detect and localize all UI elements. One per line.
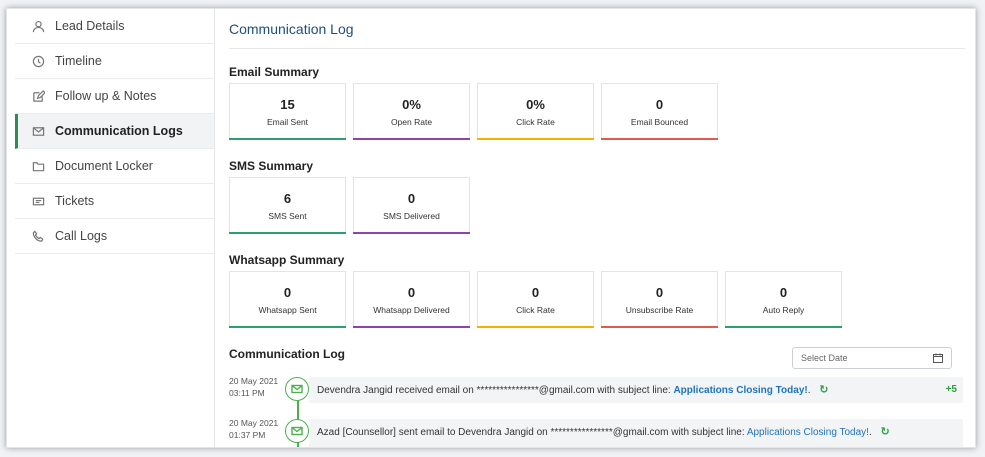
log-suffix: . xyxy=(868,427,872,438)
card-accent-bar xyxy=(353,138,470,140)
email-event-icon xyxy=(285,377,309,401)
date-placeholder: Select Date xyxy=(801,353,848,363)
card-value: 0 xyxy=(531,285,540,300)
sidebar-item-label: Lead Details xyxy=(55,19,125,33)
sidebar-item-label: Follow up & Notes xyxy=(55,89,157,103)
sidebar-item-label: Document Locker xyxy=(55,159,153,173)
sms-sent-card: 6 SMS Sent xyxy=(229,177,346,234)
user-icon xyxy=(31,19,45,33)
sidebar-item-document-locker[interactable]: Document Locker xyxy=(15,149,214,184)
sidebar-item-label: Communication Logs xyxy=(55,124,183,138)
main-panel: Communication Log Email Summary 15 Email… xyxy=(215,9,975,447)
log-date: 20 May 2021 xyxy=(229,376,279,386)
app-frame: Lead Details Timeline Follow up & Notes … xyxy=(6,8,976,448)
email-summary-title: Email Summary xyxy=(229,65,320,79)
whatsapp-delivered-card: 0 Whatsapp Delivered xyxy=(353,271,470,328)
card-label: Click Rate xyxy=(516,117,555,127)
card-value: 0 xyxy=(407,191,416,206)
card-accent-bar xyxy=(477,326,594,328)
whatsapp-summary-title: Whatsapp Summary xyxy=(229,253,345,267)
log-text: Devendra Jangid received email on ******… xyxy=(317,385,674,396)
sidebar-item-label: Timeline xyxy=(55,54,102,68)
clock-icon xyxy=(31,54,45,68)
log-message: Azad [Counsellor] sent email to Devendra… xyxy=(309,419,963,447)
email-bounced-card: 0 Email Bounced xyxy=(601,83,718,140)
card-value: 0% xyxy=(402,97,421,112)
card-value: 0 xyxy=(779,285,788,300)
card-label: SMS Delivered xyxy=(383,211,440,221)
card-accent-bar xyxy=(353,326,470,328)
sidebar-item-tickets[interactable]: Tickets xyxy=(15,184,214,219)
card-value: 0 xyxy=(655,285,664,300)
email-sent-card: 15 Email Sent xyxy=(229,83,346,140)
open-rate-card: 0% Open Rate xyxy=(353,83,470,140)
page-title: Communication Log xyxy=(229,21,965,49)
log-date: 20 May 2021 xyxy=(229,418,279,428)
card-label: Whatsapp Delivered xyxy=(373,305,450,315)
card-value: 0 xyxy=(407,285,416,300)
card-label: Open Rate xyxy=(390,117,433,127)
card-label: Email Bounced xyxy=(630,117,689,127)
card-accent-bar xyxy=(725,326,842,328)
folder-icon xyxy=(31,159,45,173)
more-count-badge[interactable]: +5 xyxy=(946,383,957,397)
email-subject-link[interactable]: Applications Closing Today! xyxy=(747,427,869,438)
card-accent-bar xyxy=(229,326,346,328)
log-time: 03:11 PM xyxy=(229,388,265,398)
refresh-icon[interactable]: ↻ xyxy=(881,426,890,438)
log-time: 01:37 PM xyxy=(229,430,266,440)
card-accent-bar xyxy=(229,138,346,140)
sms-summary-title: SMS Summary xyxy=(229,159,314,173)
log-suffix: . xyxy=(807,385,811,396)
log-message: Devendra Jangid received email on ******… xyxy=(309,377,963,403)
auto-reply-card: 0 Auto Reply xyxy=(725,271,842,328)
card-accent-bar xyxy=(353,232,470,234)
sidebar-item-communication-logs[interactable]: Communication Logs xyxy=(15,114,214,149)
whatsapp-sent-card: 0 Whatsapp Sent xyxy=(229,271,346,328)
email-event-icon xyxy=(285,419,309,443)
log-entry: 20 May 2021 03:11 PM Devendra Jangid rec… xyxy=(229,375,965,405)
sidebar-item-label: Tickets xyxy=(55,194,95,208)
refresh-icon[interactable]: ↻ xyxy=(819,384,828,396)
calendar-icon[interactable] xyxy=(933,353,943,363)
card-label: Email Sent xyxy=(266,117,309,127)
card-value: 0% xyxy=(526,97,545,112)
communication-log-title: Communication Log xyxy=(229,347,345,361)
email-subject-link[interactable]: Applications Closing Today! xyxy=(673,385,807,396)
log-timestamp: 20 May 2021 03:11 PM xyxy=(229,375,278,399)
phone-icon xyxy=(31,229,45,243)
card-label: Whatsapp Sent xyxy=(258,305,317,315)
whatsapp-click-rate-card: 0 Click Rate xyxy=(477,271,594,328)
edit-icon xyxy=(31,89,45,103)
ticket-icon xyxy=(31,194,45,208)
card-value: 0 xyxy=(283,285,292,300)
mail-icon xyxy=(31,124,45,138)
click-rate-card: 0% Click Rate xyxy=(477,83,594,140)
sidebar-item-lead-details[interactable]: Lead Details xyxy=(15,9,214,44)
sidebar: Lead Details Timeline Follow up & Notes … xyxy=(15,9,215,447)
log-timestamp: 20 May 2021 01:37 PM xyxy=(229,417,278,441)
card-accent-bar xyxy=(601,326,718,328)
card-value: 0 xyxy=(655,97,664,112)
date-picker-input[interactable]: Select Date xyxy=(792,347,952,369)
card-label: Click Rate xyxy=(516,305,555,315)
card-label: Unsubscribe Rate xyxy=(625,305,694,315)
sms-delivered-card: 0 SMS Delivered xyxy=(353,177,470,234)
log-entry: 20 May 2021 01:37 PM Azad [Counsellor] s… xyxy=(229,417,965,447)
card-accent-bar xyxy=(229,232,346,234)
card-accent-bar xyxy=(477,138,594,140)
card-value: 15 xyxy=(280,97,295,112)
sidebar-item-follow-up-notes[interactable]: Follow up & Notes xyxy=(15,79,214,114)
log-text: Azad [Counsellor] sent email to Devendra… xyxy=(317,427,747,438)
sidebar-item-timeline[interactable]: Timeline xyxy=(15,44,214,79)
card-label: Auto Reply xyxy=(762,305,805,315)
card-value: 6 xyxy=(283,191,292,206)
card-label: SMS Sent xyxy=(268,211,307,221)
card-accent-bar xyxy=(601,138,718,140)
unsubscribe-rate-card: 0 Unsubscribe Rate xyxy=(601,271,718,328)
sidebar-item-label: Call Logs xyxy=(55,229,108,243)
sidebar-item-call-logs[interactable]: Call Logs xyxy=(15,219,214,254)
